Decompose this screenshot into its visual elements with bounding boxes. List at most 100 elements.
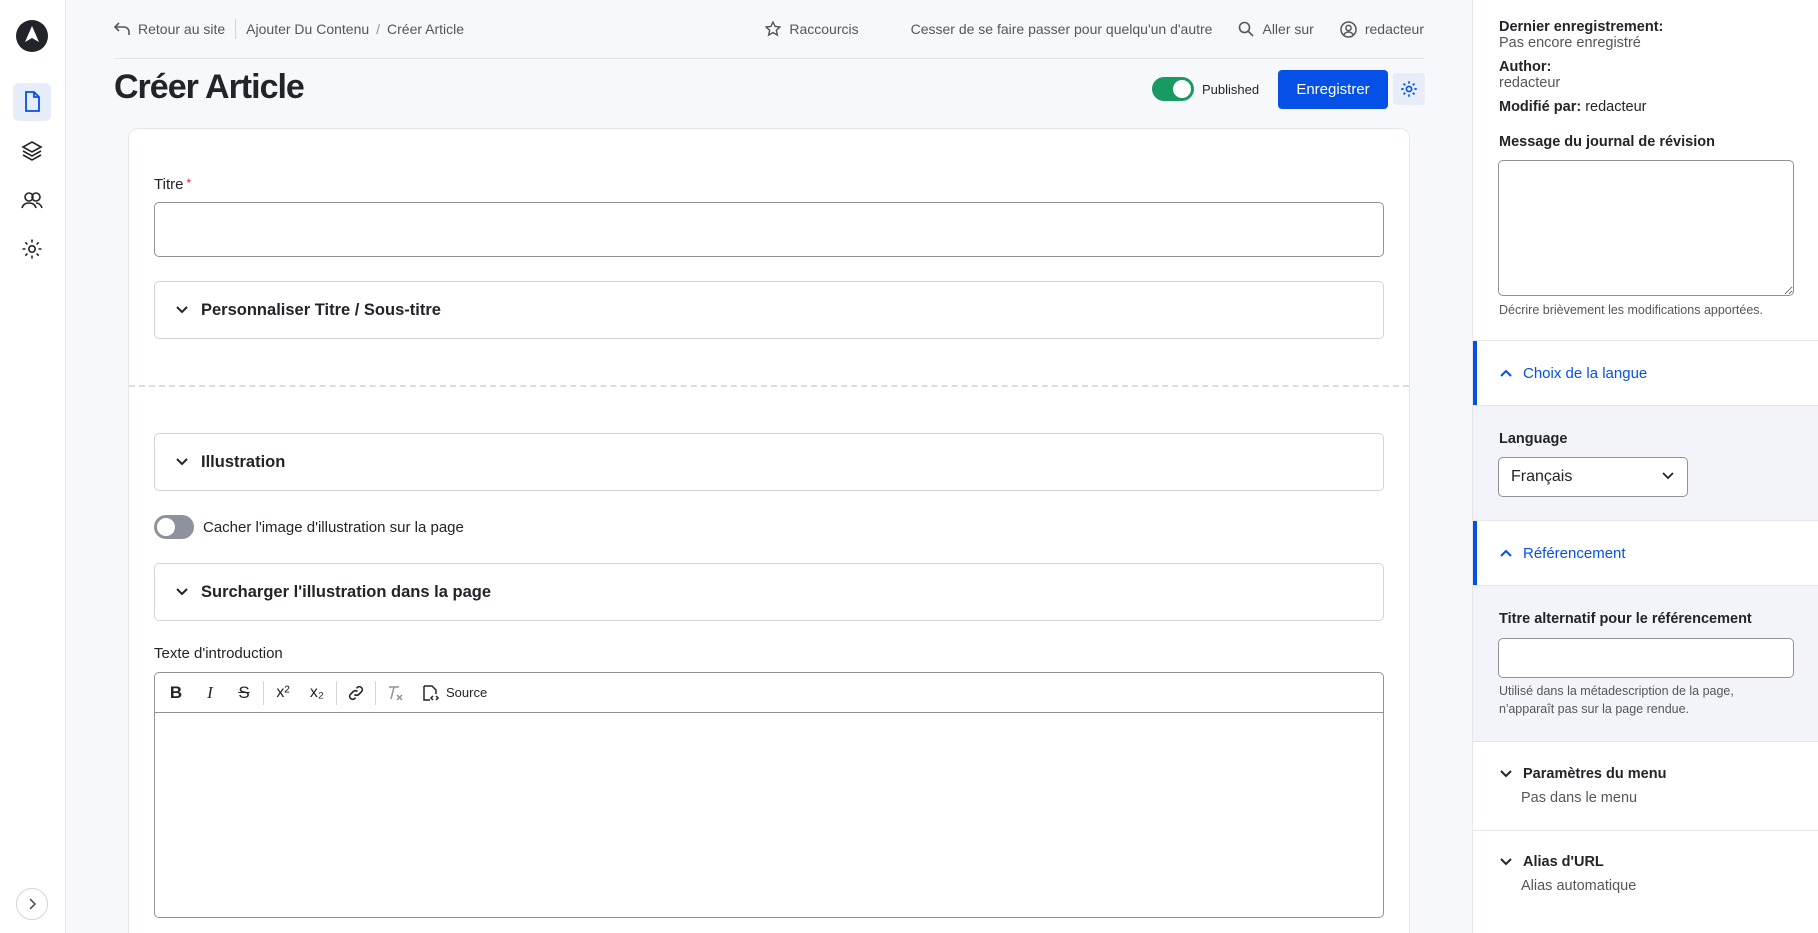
language-select-value: Français [1511, 468, 1573, 485]
seo-section-label: Référencement [1523, 544, 1626, 562]
toolbar-separator [375, 680, 376, 705]
seo-help: Utilisé dans la métadescription de la pa… [1499, 682, 1734, 718]
accordion-custom-title[interactable]: Personnaliser Titre / Sous-titre [154, 281, 1384, 339]
seo-help-line-1: Utilisé dans la métadescription de la pa… [1499, 684, 1734, 698]
chevron-down-icon [176, 588, 188, 596]
menu-settings-section[interactable]: Paramètres du menu Pas dans le menu [1473, 741, 1818, 830]
link-icon [348, 685, 364, 700]
menu-settings-label: Paramètres du menu [1523, 766, 1667, 782]
seo-section-toggle[interactable]: Référencement [1473, 520, 1818, 586]
url-alias-label: Alias d'URL [1523, 854, 1604, 870]
modified-value: redacteur [1585, 99, 1647, 115]
last-saved-meta: Dernier enregistrement: Pas encore enreg… [1499, 19, 1663, 51]
revision-log-label: Message du journal de révision [1499, 134, 1715, 150]
revision-log-help: Décrire brièvement les modifications app… [1499, 303, 1764, 317]
required-star: * [186, 176, 192, 190]
search-icon [1239, 21, 1255, 37]
chevron-up-icon [1500, 549, 1512, 557]
author-meta: Author: redacteur [1499, 59, 1560, 91]
subscript-button[interactable]: x₂ [300, 678, 334, 708]
user-avatar-icon [1340, 20, 1357, 38]
seo-title-input[interactable] [1498, 638, 1794, 678]
shortcuts-label: Raccourcis [789, 21, 859, 37]
drupal-logo-icon[interactable] [16, 20, 48, 52]
last-saved-label: Dernier enregistrement: [1499, 19, 1664, 35]
page-title: Créer Article [114, 68, 305, 106]
toggle-knob [157, 518, 175, 536]
accordion-illustration[interactable]: Illustration [154, 433, 1384, 491]
revision-log-textarea[interactable] [1498, 160, 1794, 296]
toolbar-separator [336, 680, 337, 705]
intro-field-label: Texte d'introduction [154, 645, 283, 662]
sidebar-settings-button[interactable] [1393, 73, 1425, 105]
toggle-knob [1173, 80, 1191, 98]
source-code-icon [423, 684, 440, 701]
divider [235, 19, 237, 39]
accordion-override-illustration[interactable]: Surcharger l'illustration dans la page [154, 563, 1384, 621]
stop-impersonate-link[interactable]: Cesser de se faire passer pour quelqu'un… [911, 21, 1213, 37]
source-button[interactable]: Source [412, 678, 495, 708]
back-arrow-icon [114, 22, 130, 35]
seo-title-label: Titre alternatif pour le référencement [1499, 611, 1752, 627]
active-indicator [1473, 521, 1477, 585]
user-label: redacteur [1364, 21, 1424, 37]
language-section-label: Choix de la langue [1523, 364, 1648, 382]
language-select[interactable]: Français [1498, 457, 1688, 497]
meta-sidebar: Dernier enregistrement: Pas encore enreg… [1472, 0, 1818, 933]
top-bar: Retour au site Ajouter Du Contenu / Crée… [114, 14, 1424, 44]
structure-layers-icon[interactable] [13, 132, 51, 170]
active-indicator [1473, 341, 1477, 405]
language-section-toggle[interactable]: Choix de la langue [1473, 340, 1818, 406]
section-divider [129, 385, 1409, 387]
accordion-override-label: Surcharger l'illustration dans la page [201, 582, 491, 601]
italic-button[interactable]: I [193, 678, 227, 708]
remove-format-button[interactable] [378, 678, 412, 708]
chevron-down-icon [1500, 770, 1512, 778]
chevron-down-icon [1500, 858, 1512, 866]
url-alias-head: Alias d'URL [1499, 854, 1604, 870]
goto-button[interactable]: Aller sur [1238, 21, 1314, 37]
bold-button[interactable]: B [159, 678, 193, 708]
header-divider [114, 58, 1424, 59]
title-label-text: Titre [154, 176, 184, 193]
chevron-down-icon [176, 458, 188, 466]
editor-toolbar: B I S x² x₂ Source [155, 673, 1383, 713]
remove-format-icon [389, 685, 403, 701]
title-field-label: Titre * [154, 176, 191, 193]
modified-label: Modifié par: [1499, 99, 1582, 115]
url-alias-value: Alias automatique [1521, 878, 1637, 894]
breadcrumb-current: Créer Article [387, 21, 465, 37]
url-alias-section[interactable]: Alias d'URL Alias automatique [1473, 830, 1818, 933]
user-menu-button[interactable]: redacteur [1340, 20, 1424, 38]
hide-image-toggle[interactable] [154, 515, 194, 539]
superscript-button[interactable]: x² [266, 678, 300, 708]
gear-icon [1401, 81, 1417, 97]
chevron-down-icon [1662, 472, 1674, 480]
toolbar-separator [263, 680, 264, 705]
breadcrumb-add-content[interactable]: Ajouter Du Contenu [246, 21, 369, 37]
menu-settings-value: Pas dans le menu [1521, 790, 1638, 806]
expand-sidebar-icon[interactable] [16, 888, 48, 920]
seo-help-line-2: n'apparaît pas sur la page rendue. [1499, 702, 1690, 716]
editor-content-area[interactable] [155, 713, 1383, 917]
content-icon[interactable] [13, 83, 51, 121]
title-input[interactable] [154, 202, 1384, 257]
people-icon[interactable] [13, 181, 51, 219]
goto-label: Aller sur [1262, 21, 1314, 37]
modified-meta: Modifié par: redacteur [1499, 99, 1646, 115]
back-label: Retour au site [138, 21, 226, 37]
source-label: Source [446, 685, 488, 700]
settings-gear-icon[interactable] [13, 230, 51, 268]
accordion-custom-title-label: Personnaliser Titre / Sous-titre [201, 300, 441, 319]
intro-rich-text-editor: B I S x² x₂ Source [154, 672, 1384, 918]
published-toggle[interactable] [1152, 77, 1194, 101]
content-form-card: Titre * Personnaliser Titre / Sous-titre … [128, 128, 1410, 933]
strikethrough-button[interactable]: S [227, 678, 261, 708]
back-to-site-link[interactable]: Retour au site [114, 21, 225, 37]
save-button[interactable]: Enregistrer [1278, 70, 1388, 109]
menu-settings-head: Paramètres du menu [1499, 766, 1666, 782]
shortcuts-button[interactable]: Raccourcis [765, 21, 859, 37]
chevron-down-icon [176, 306, 188, 314]
link-button[interactable] [339, 678, 373, 708]
last-saved-value: Pas encore enregistré [1499, 35, 1641, 51]
